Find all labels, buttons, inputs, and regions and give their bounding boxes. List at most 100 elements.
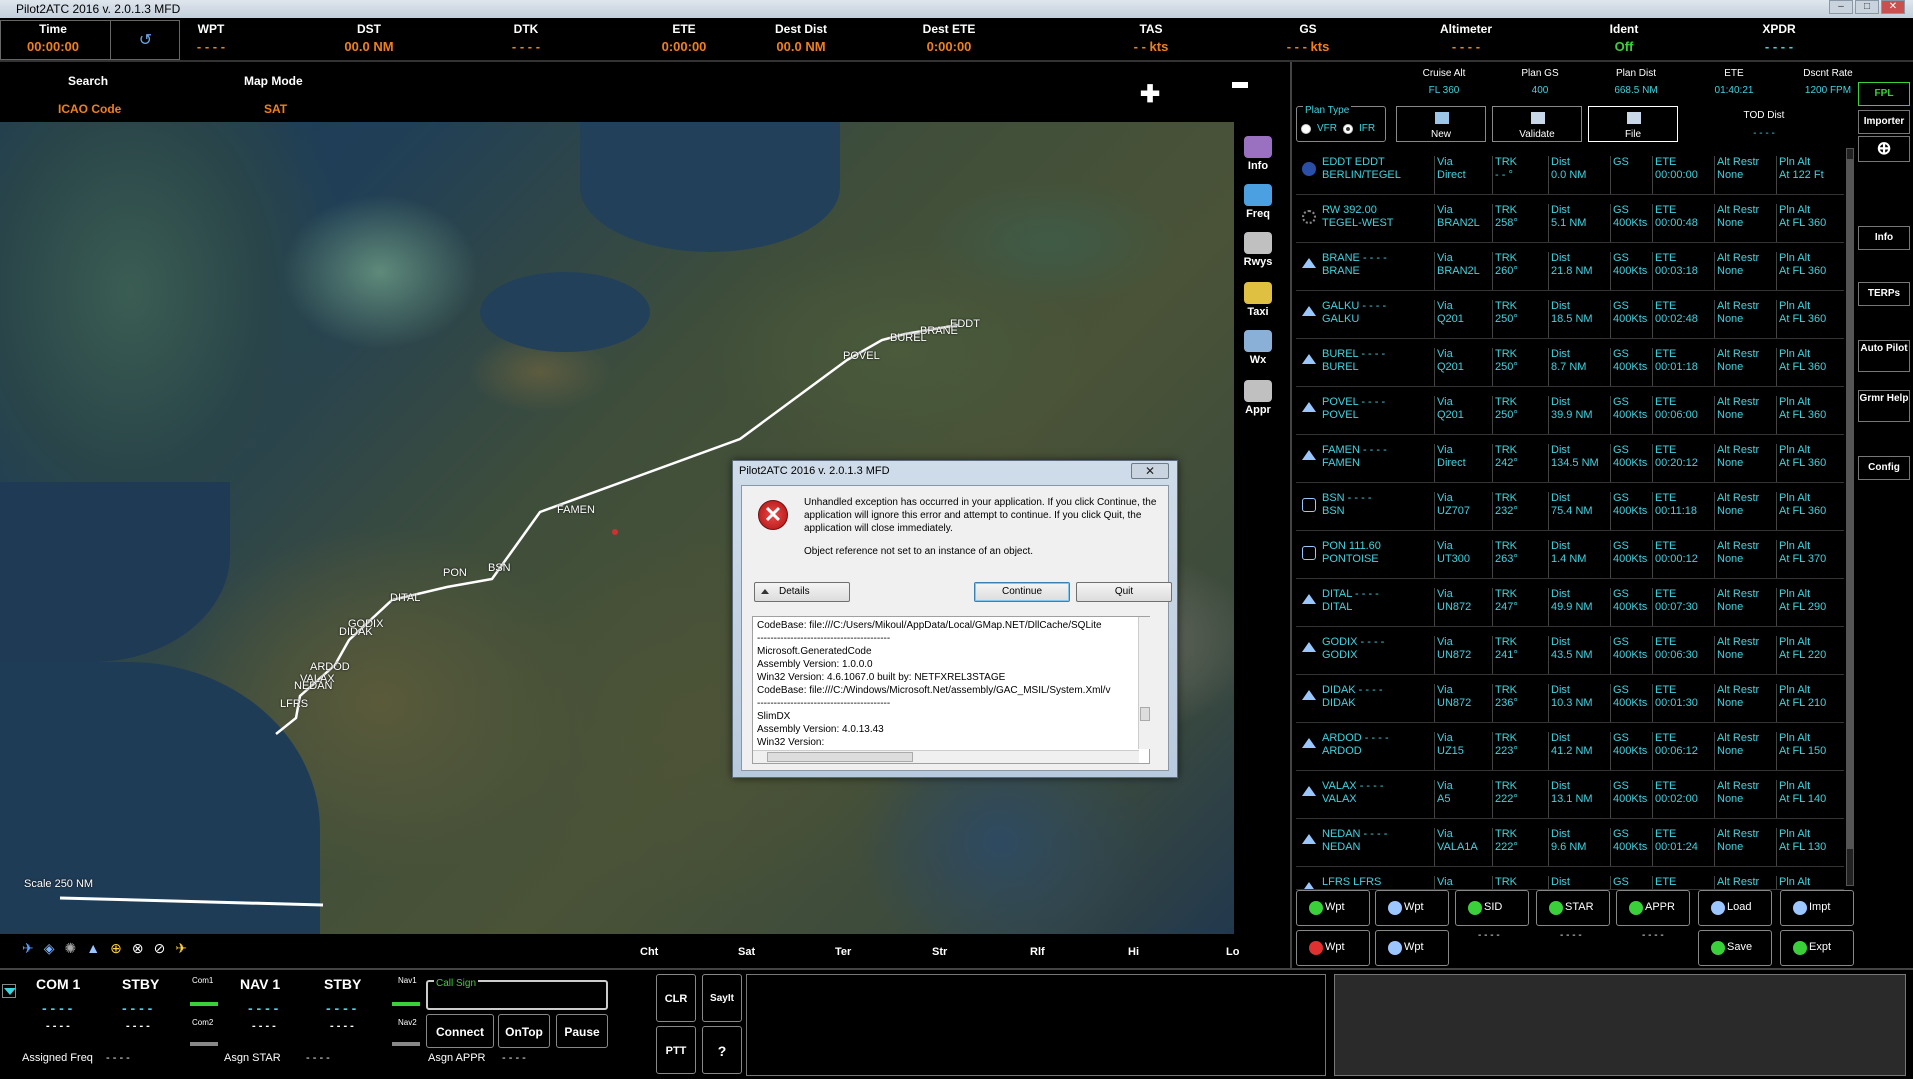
fpl-row[interactable]: ARDOD - - - - ARDOD Via UZ15 TRK 223° Dist 41.2… <box>1296 724 1844 771</box>
fpl-action2-wpt-button[interactable]: Wpt <box>1375 930 1449 966</box>
validate-plan-button[interactable]: Validate <box>1492 106 1582 142</box>
heliport-filter-icon[interactable]: ⊕ <box>110 940 122 957</box>
com1-stby-value[interactable]: - - - - <box>122 1000 152 1016</box>
map-freq-button[interactable]: Freq <box>1238 184 1278 220</box>
radio-dropdown-icon[interactable] <box>2 984 16 998</box>
ndb-filter-icon[interactable]: ✺ <box>65 940 77 957</box>
log-vscrollbar[interactable] <box>1138 617 1150 749</box>
airport-filter-icon[interactable]: ✈ <box>22 940 34 957</box>
fpl-action-star-button[interactable]: STAR <box>1536 890 1610 926</box>
help-button[interactable]: ? <box>702 1026 742 1074</box>
map-layer-rlf[interactable]: Rlf <box>1030 946 1045 958</box>
fpl-action-impt-button[interactable]: Impt <box>1780 890 1854 926</box>
zoom-in-icon[interactable]: ✚ <box>1140 80 1160 109</box>
map-layer-ter[interactable]: Ter <box>835 946 851 958</box>
fpl-row[interactable]: RW 392.00 TEGEL-WEST Via BRAN2L TRK 258° Dist 5… <box>1296 196 1844 243</box>
maximize-icon[interactable]: □ <box>1855 0 1879 14</box>
right-grmr-help-button[interactable]: Grmr Help <box>1858 390 1910 422</box>
fpl-action-sid-button[interactable]: SID <box>1455 890 1529 926</box>
fix-filter-icon[interactable]: ▲ <box>86 940 100 957</box>
fpl-header-value[interactable]: 668.5 NM <box>1596 85 1676 96</box>
map-info-button[interactable]: Info <box>1238 136 1278 172</box>
map-layer-str[interactable]: Str <box>932 946 947 958</box>
fpl-action-wpt-button[interactable]: Wpt <box>1375 890 1449 926</box>
fpl-row[interactable]: BSN - - - - BSN Via UZ707 TRK 232° Dist 75.4 NM… <box>1296 484 1844 531</box>
right-importer-button[interactable]: Importer <box>1858 110 1910 134</box>
map-layer-lo[interactable]: Lo <box>1226 946 1239 958</box>
fpl-row[interactable]: PON 111.60 PONTOISE Via UT300 TRK 263° Dist 1.4… <box>1296 532 1844 579</box>
right-terps-button[interactable]: TERPs <box>1858 282 1910 306</box>
compass-filter-icon[interactable]: ⊘ <box>154 940 166 957</box>
right-auto-pilot-button[interactable]: Auto Pilot <box>1858 340 1910 372</box>
fpl-row[interactable]: EDDT EDDT BERLIN/TEGEL Via Direct TRK - - ° Di… <box>1296 148 1844 195</box>
map-layer-sat[interactable]: Sat <box>738 946 755 958</box>
nav1-value[interactable]: - - - - <box>248 1000 278 1016</box>
sayit-button[interactable]: SayIt <box>702 974 742 1022</box>
fpl-row[interactable]: FAMEN - - - - FAMEN Via Direct TRK 242° Dist 13… <box>1296 436 1844 483</box>
vor-filter-icon[interactable]: ◈ <box>44 940 55 957</box>
fpl-row[interactable]: DITAL - - - - DITAL Via UN872 TRK 247° Dist 49.… <box>1296 580 1844 627</box>
map-appr-button[interactable]: Appr <box>1238 380 1278 416</box>
quit-button[interactable]: Quit <box>1076 582 1172 602</box>
map-layer-cht[interactable]: Cht <box>640 946 658 958</box>
fpl-row[interactable]: GALKU - - - - GALKU Via Q201 TRK 250° Dist 18.5… <box>1296 292 1844 339</box>
com2-select-indicator[interactable] <box>190 1042 218 1046</box>
continue-button[interactable]: Continue <box>974 582 1070 602</box>
map-mode-value[interactable]: SAT <box>264 102 287 116</box>
minimize-icon[interactable]: – <box>1829 0 1853 14</box>
route-icon[interactable]: ⊕ <box>1858 136 1910 162</box>
log-hscroll-thumb[interactable] <box>767 752 913 762</box>
fpl-row[interactable]: BRANE - - - - BRANE Via BRAN2L TRK 260° Dist 21… <box>1296 244 1844 291</box>
fpl-action-load-button[interactable]: Load <box>1698 890 1772 926</box>
fpl-action-wpt-button[interactable]: Wpt <box>1296 890 1370 926</box>
vfr-radio[interactable] <box>1301 123 1311 134</box>
close-window-icon[interactable]: ✕ <box>1881 0 1905 14</box>
exception-log[interactable]: CodeBase: file:///C:/Users/Mikoul/AppDat… <box>752 616 1150 764</box>
nav2-select-indicator[interactable] <box>392 1042 420 1046</box>
nav1-stby-value[interactable]: - - - - <box>326 1000 356 1016</box>
fpl-header-value[interactable]: 1200 FPM <box>1788 85 1868 96</box>
aircraft-filter-icon[interactable]: ✈ <box>175 940 187 957</box>
fpl-scrollbar[interactable] <box>1846 148 1854 886</box>
callsign-field[interactable]: Call Sign <box>426 978 608 1010</box>
map-layer-hi[interactable]: Hi <box>1128 946 1139 958</box>
map-rwys-button[interactable]: Rwys <box>1238 232 1278 268</box>
seaport-filter-icon[interactable]: ⊗ <box>132 940 144 957</box>
fpl-action2-save-button[interactable]: Save <box>1698 930 1772 966</box>
map-taxi-button[interactable]: Taxi <box>1238 282 1278 318</box>
log-vscroll-thumb[interactable] <box>1140 707 1150 721</box>
fpl-row[interactable]: DIDAK - - - - DIDAK Via UN872 TRK 236° Dist 10.… <box>1296 676 1844 723</box>
com1-select-indicator[interactable] <box>190 1002 218 1006</box>
map-wx-button[interactable]: Wx <box>1238 330 1278 366</box>
nav1-select-indicator[interactable] <box>392 1002 420 1006</box>
file-plan-button[interactable]: File <box>1588 106 1678 142</box>
ontop-button[interactable]: OnTop <box>498 1014 550 1048</box>
ifr-radio[interactable] <box>1343 123 1353 134</box>
right-fpl-button[interactable]: FPL <box>1858 82 1910 106</box>
fpl-row[interactable]: GODIX - - - - GODIX Via UN872 TRK 241° Dist 43.… <box>1296 628 1844 675</box>
right-config-button[interactable]: Config <box>1858 456 1910 480</box>
details-button[interactable]: Details <box>754 582 850 602</box>
new-plan-button[interactable]: New <box>1396 106 1486 142</box>
fpl-row[interactable]: POVEL - - - - POVEL Via Q201 TRK 250° Dist 39.9… <box>1296 388 1844 435</box>
fpl-action2-wpt-button[interactable]: Wpt <box>1296 930 1370 966</box>
fpl-scroll-thumb[interactable] <box>1847 159 1853 849</box>
fpl-row[interactable]: VALAX - - - - VALAX Via A5 TRK 222° Dist 13.1 N… <box>1296 772 1844 819</box>
right-info-button[interactable]: Info <box>1858 226 1910 250</box>
dialog-close-button[interactable]: ✕ <box>1131 463 1169 479</box>
fpl-header-value[interactable]: FL 360 <box>1404 85 1484 96</box>
ptt-button[interactable]: PTT <box>656 1026 696 1074</box>
fpl-row[interactable]: LFRS LFRS Via TRK Dist GS ETE Alt Restr Pln Alt <box>1296 868 1844 890</box>
fpl-action-appr-button[interactable]: APPR <box>1616 890 1690 926</box>
fpl-header-value[interactable]: 400 <box>1500 85 1580 96</box>
connect-button[interactable]: Connect <box>426 1014 494 1048</box>
fpl-header-value[interactable]: 01:40:21 <box>1694 85 1774 96</box>
fpl-action2-expt-button[interactable]: Expt <box>1780 930 1854 966</box>
pause-button[interactable]: Pause <box>556 1014 608 1048</box>
search-value[interactable]: ICAO Code <box>58 102 121 116</box>
zoom-out-icon[interactable] <box>1232 82 1248 88</box>
clr-button[interactable]: CLR <box>656 974 696 1022</box>
fpl-row[interactable]: NEDAN - - - - NEDAN Via VALA1A TRK 222° Dist 9.… <box>1296 820 1844 867</box>
log-hscrollbar[interactable] <box>753 750 1139 763</box>
fpl-row[interactable]: BUREL - - - - BUREL Via Q201 TRK 250° Dist 8.7 … <box>1296 340 1844 387</box>
